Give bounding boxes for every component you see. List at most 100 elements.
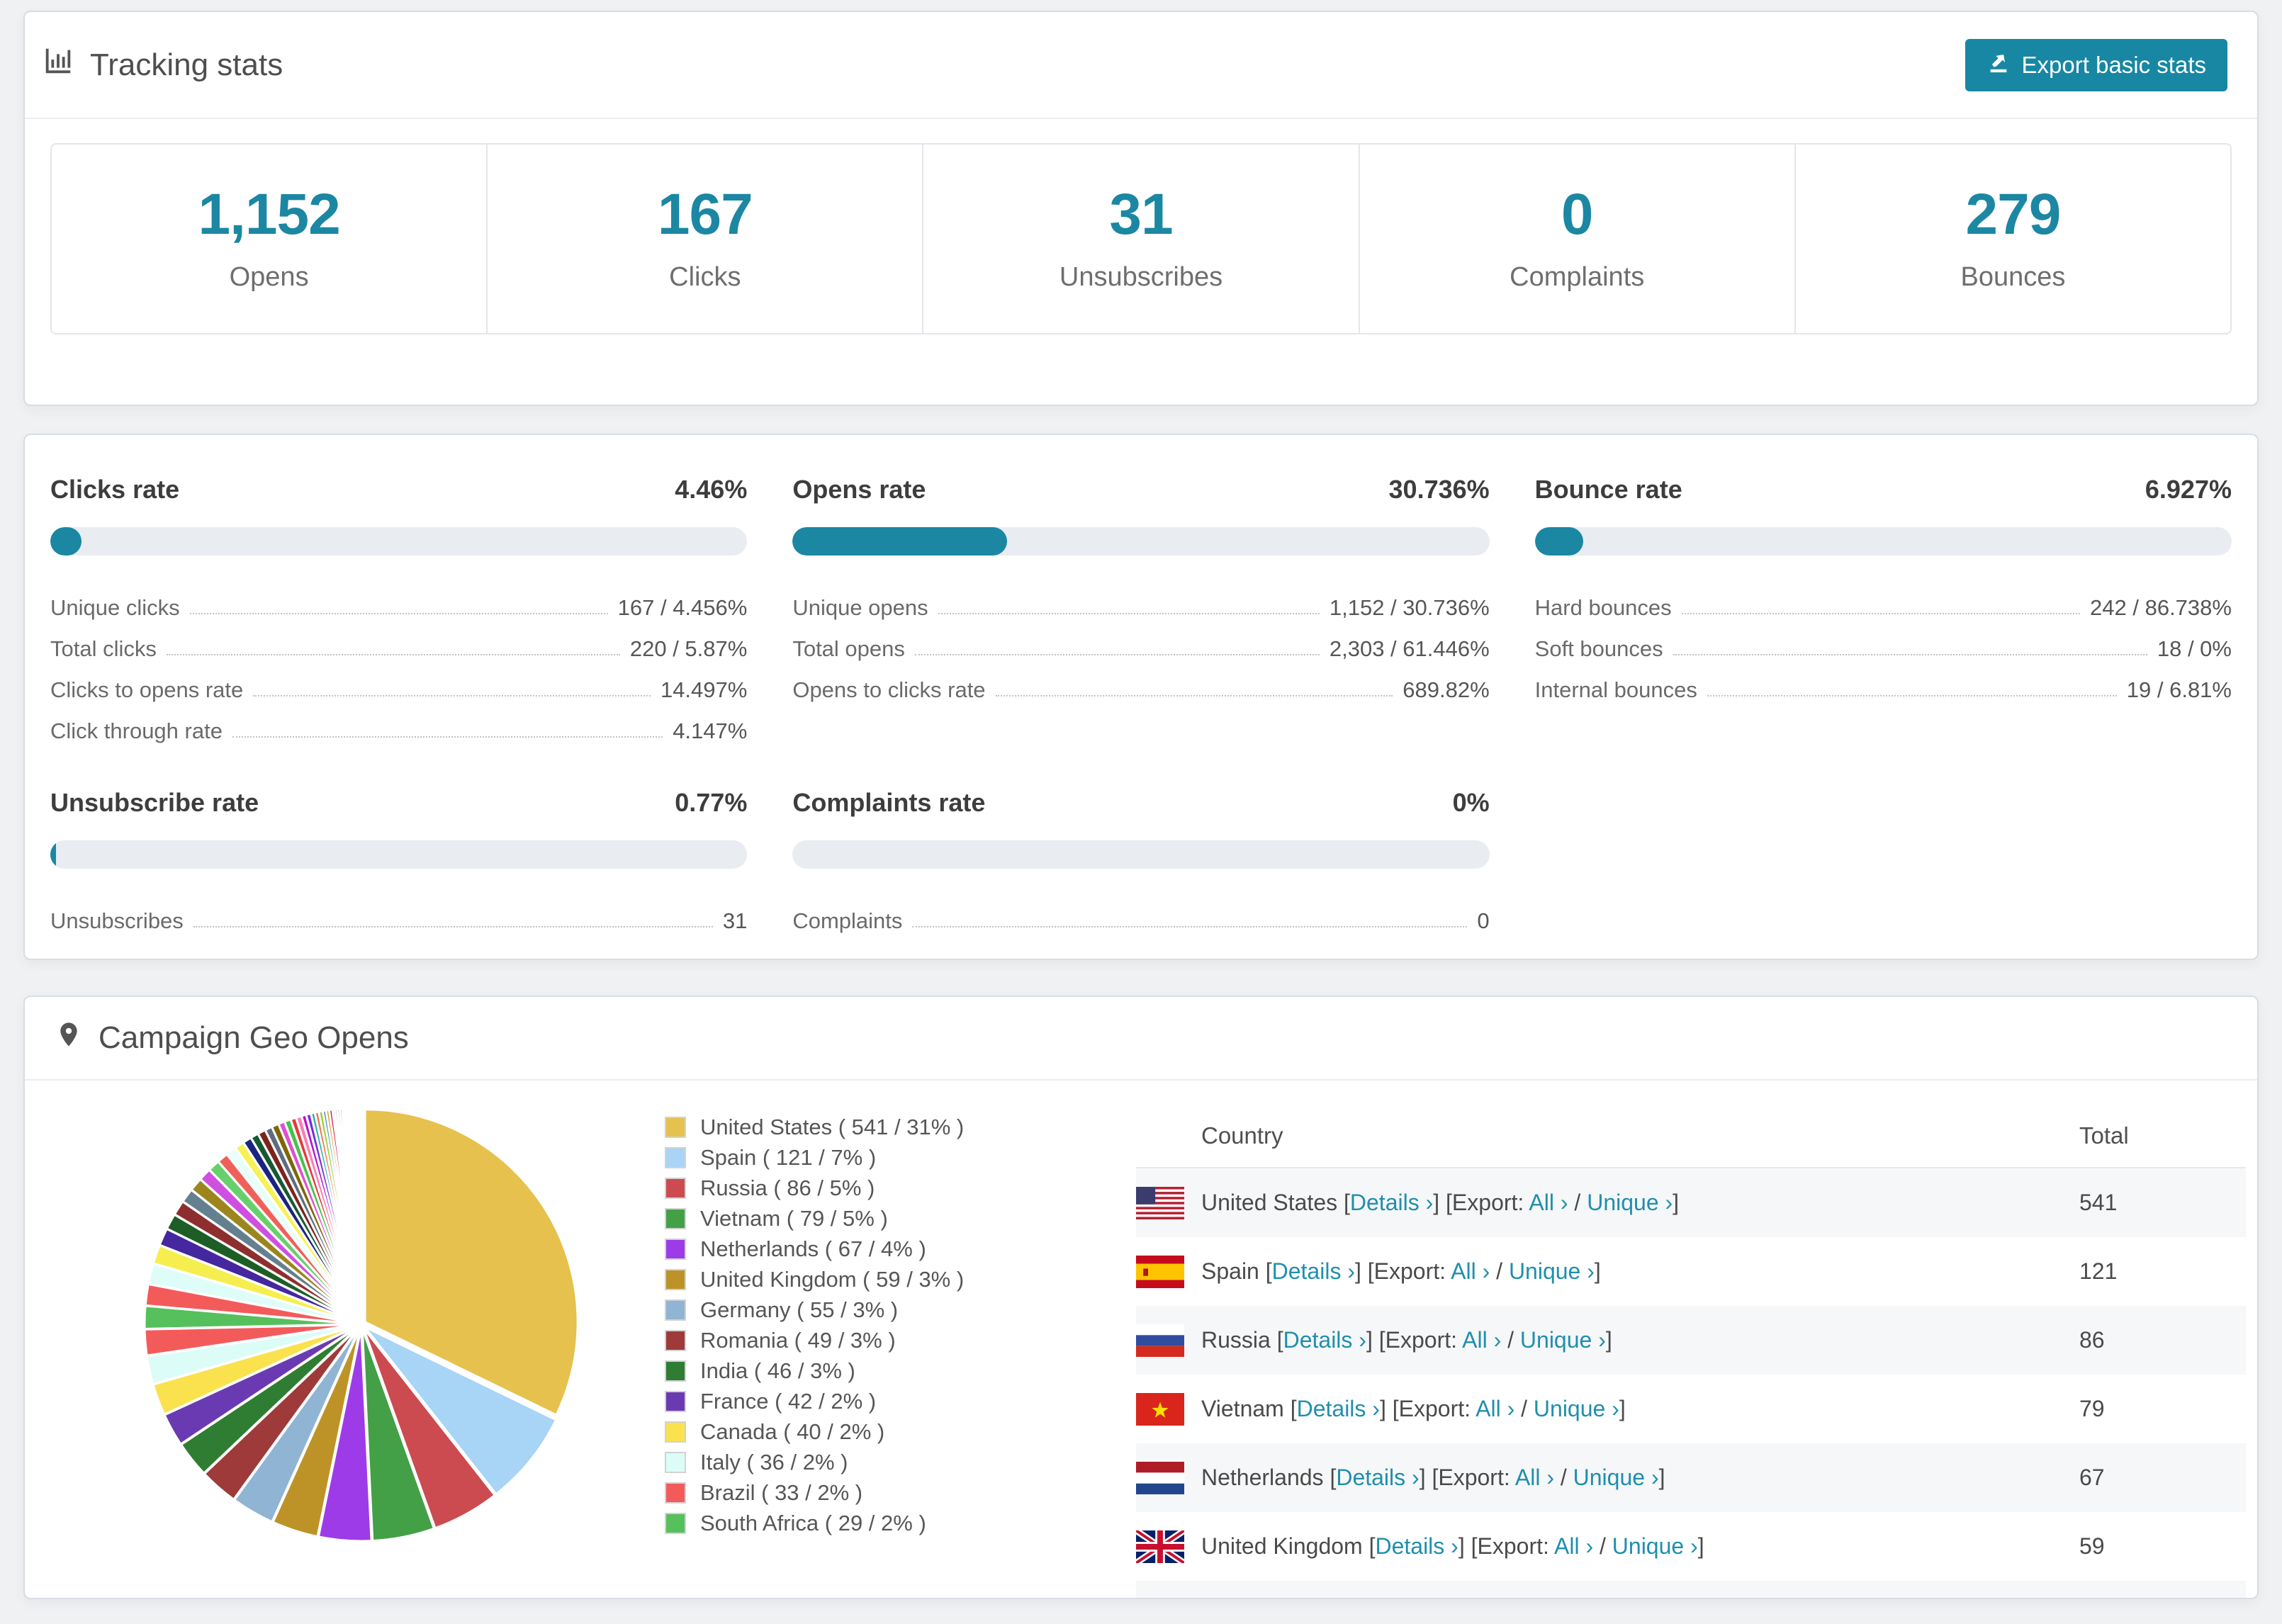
- rate-row: Total clicks 220 / 5.87%: [50, 621, 747, 662]
- legend-label: Vietnam ( 79 / 5% ): [700, 1205, 888, 1231]
- dotted-leader: [995, 695, 1393, 697]
- geo-table-row-de: Germany [Details ›] [Export: All › / Uni…: [1136, 1581, 2246, 1598]
- rate-row-value: 242 / 86.738%: [2090, 595, 2232, 620]
- country-links: Vietnam [Details ›] [Export: All › / Uni…: [1201, 1396, 1626, 1421]
- campaign-geo-opens-card: Campaign Geo Opens United States ( 541 /…: [23, 996, 2259, 1599]
- country-cell: Spain [Details ›] [Export: All › / Uniqu…: [1136, 1255, 2079, 1288]
- legend-swatch: [665, 1146, 686, 1168]
- legend-swatch: [665, 1207, 686, 1229]
- rate-row-value: 1,152 / 30.736%: [1329, 595, 1490, 620]
- rate-row: Unsubscribes 31: [50, 893, 747, 934]
- legend-label: India ( 46 / 3% ): [700, 1358, 855, 1383]
- column-header-total: Total: [2079, 1122, 2129, 1149]
- total-cell: 86: [2079, 1327, 2105, 1353]
- rate-value: 4.46%: [675, 475, 748, 504]
- legend-label: Germany ( 55 / 3% ): [700, 1297, 899, 1322]
- summary-value: 1,152: [198, 182, 341, 247]
- rate-row: Click through rate 4.147%: [50, 703, 747, 744]
- dotted-leader: [1681, 613, 2081, 614]
- rate-row-value: 220 / 5.87%: [629, 636, 748, 661]
- geo-table-row-gb: United Kingdom [Details ›] [Export: All …: [1136, 1512, 2246, 1581]
- country-cell: Netherlands [Details ›] [Export: All › /…: [1136, 1461, 2079, 1494]
- legend-swatch: [665, 1451, 686, 1473]
- summary-row: 1,152 Opens 167 Clicks 31 Unsubscribes 0 Compla…: [50, 143, 2232, 334]
- total-cell: 67: [2079, 1465, 2105, 1490]
- export-all-link[interactable]: All ›: [1451, 1258, 1490, 1284]
- rate-row-label: Total opens: [792, 636, 905, 661]
- tracking-stats-title: Tracking stats: [42, 45, 283, 85]
- export-all-link[interactable]: All ›: [1554, 1533, 1593, 1559]
- export-unique-link[interactable]: Unique ›: [1534, 1396, 1619, 1421]
- dotted-leader: [189, 613, 608, 614]
- legend-item: Germany ( 55 / 3% ): [665, 1295, 1062, 1325]
- column-header-country: Country: [1201, 1122, 1283, 1149]
- legend-item: Romania ( 49 / 3% ): [665, 1325, 1062, 1355]
- flag-gb: [1136, 1530, 1184, 1563]
- rate-row-label: Click through rate: [50, 718, 223, 743]
- rate-row-value: 689.82%: [1403, 677, 1490, 702]
- dotted-leader: [193, 926, 713, 927]
- legend-label: Romania ( 49 / 3% ): [700, 1327, 896, 1353]
- country-links: United States [Details ›] [Export: All ›…: [1201, 1190, 1680, 1215]
- export-icon: [1986, 50, 2011, 80]
- country-cell: Vietnam [Details ›] [Export: All › / Uni…: [1136, 1392, 2079, 1426]
- rate-row-value: 14.497%: [660, 677, 748, 702]
- details-link[interactable]: Details ›: [1297, 1396, 1380, 1421]
- details-link[interactable]: Details ›: [1272, 1258, 1355, 1284]
- details-link[interactable]: Details ›: [1350, 1190, 1433, 1215]
- export-unique-link[interactable]: Unique ›: [1520, 1327, 1606, 1353]
- rate-row-value: 18 / 0%: [2157, 636, 2232, 661]
- legend-label: South Africa ( 29 / 2% ): [700, 1510, 926, 1535]
- geo-table-row-us: United States [Details ›] [Export: All ›…: [1136, 1168, 2246, 1237]
- total-cell: 541: [2079, 1190, 2118, 1215]
- rate-value: 6.927%: [2145, 475, 2232, 504]
- details-link[interactable]: Details ›: [1336, 1465, 1419, 1490]
- progress-bar: [1534, 527, 2232, 556]
- export-all-link[interactable]: All ›: [1529, 1190, 1568, 1215]
- summary-cell-opens: 1,152 Opens: [52, 145, 488, 333]
- rate-title: Opens rate: [792, 475, 926, 504]
- dotted-leader: [914, 654, 1320, 655]
- export-unique-link[interactable]: Unique ›: [1573, 1465, 1659, 1490]
- legend-swatch: [665, 1390, 686, 1412]
- pie-svg: [143, 1106, 579, 1543]
- geo-table-row-ru: Russia [Details ›] [Export: All › / Uniq…: [1136, 1306, 2246, 1375]
- country-cell: United Kingdom [Details ›] [Export: All …: [1136, 1530, 2079, 1563]
- rate-row-label: Opens to clicks rate: [792, 677, 986, 702]
- rate-row: Complaints 0: [792, 893, 1489, 934]
- legend-label: United Kingdom ( 59 / 3% ): [700, 1266, 965, 1292]
- country-links: United Kingdom [Details ›] [Export: All …: [1201, 1533, 1704, 1559]
- rate-title: Complaints rate: [792, 788, 986, 817]
- progress-bar: [50, 527, 748, 556]
- legend-swatch: [665, 1238, 686, 1260]
- total-cell: 79: [2079, 1396, 2105, 1421]
- legend-swatch: [665, 1268, 686, 1290]
- export-unique-link[interactable]: Unique ›: [1509, 1258, 1595, 1284]
- details-link[interactable]: Details ›: [1375, 1533, 1458, 1559]
- legend-label: Brazil ( 33 / 2% ): [700, 1479, 863, 1505]
- dotted-leader: [1707, 695, 2117, 697]
- details-link[interactable]: Details ›: [1283, 1327, 1366, 1353]
- rate-block-unsubscribe-rate: Unsubscribe rate 0.77% Unsubscribes 31: [50, 788, 748, 934]
- summary-value: 31: [1109, 182, 1173, 247]
- map-pin-icon: [55, 1018, 83, 1059]
- geo-table-row-es: Spain [Details ›] [Export: All › / Uniqu…: [1136, 1237, 2246, 1306]
- rates-grid: Clicks rate 4.46% Unique clicks 167 / 4.456…: [50, 475, 2232, 934]
- export-all-link[interactable]: All ›: [1462, 1327, 1501, 1353]
- export-unique-link[interactable]: Unique ›: [1587, 1190, 1673, 1215]
- dotted-leader: [232, 736, 663, 738]
- dotted-leader: [912, 926, 1468, 927]
- country-links: Spain [Details ›] [Export: All › / Uniqu…: [1201, 1258, 1601, 1284]
- export-all-link[interactable]: All ›: [1515, 1465, 1554, 1490]
- total-cell: 121: [2079, 1258, 2118, 1284]
- legend-swatch: [665, 1177, 686, 1199]
- export-all-link[interactable]: All ›: [1476, 1396, 1514, 1421]
- export-basic-stats-button[interactable]: Export basic stats: [1965, 38, 2227, 91]
- rate-row-value: 167 / 4.456%: [617, 595, 748, 620]
- geo-table-row-vn: Vietnam [Details ›] [Export: All › / Uni…: [1136, 1375, 2246, 1443]
- rate-row: Soft bounces 18 / 0%: [1535, 621, 2232, 662]
- export-unique-link[interactable]: Unique ›: [1612, 1533, 1698, 1559]
- rate-row: Hard bounces 242 / 86.738%: [1535, 580, 2232, 621]
- legend-label: Russia ( 86 / 5% ): [700, 1175, 875, 1200]
- legend-swatch: [665, 1482, 686, 1504]
